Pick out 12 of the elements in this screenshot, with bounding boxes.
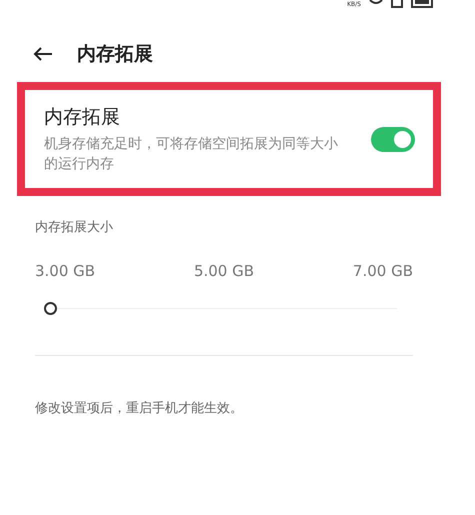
setting-description: 机身存储充足时，可将存储空间拓展为同等大小的运行内存 <box>44 135 339 174</box>
page-title: 内存拓展 <box>77 42 153 67</box>
note-text: 修改设置项后，重启手机才能生效。 <box>35 400 244 417</box>
toggle-switch[interactable] <box>371 126 415 152</box>
size-option-label: 3.00 GB <box>35 262 96 280</box>
section-label: 内存拓展大小 <box>35 219 114 236</box>
size-option-label: 7.00 GB <box>352 262 413 280</box>
battery-icon <box>411 0 433 8</box>
back-arrow-icon[interactable] <box>33 46 53 62</box>
slider-thumb[interactable] <box>44 302 57 315</box>
size-option-label: 5.00 GB <box>194 262 254 280</box>
setting-title: 内存拓展 <box>44 105 121 130</box>
